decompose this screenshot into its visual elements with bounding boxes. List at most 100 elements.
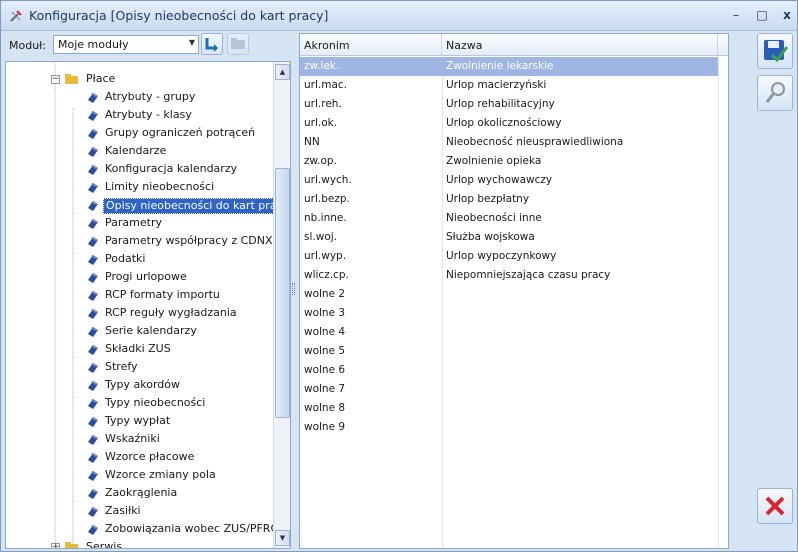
- config-item-icon: [86, 288, 100, 302]
- table-row[interactable]: url.reh. Urlop rehabilitacyjny: [300, 95, 718, 114]
- cell-akronim: sl.woj.: [304, 231, 337, 243]
- column-header-nazwa[interactable]: Nazwa: [442, 34, 718, 56]
- save-button[interactable]: [757, 33, 793, 69]
- tree-item[interactable]: Zobowiązania wobec ZUS/PFRON: [6, 520, 287, 538]
- table-row[interactable]: url.ok. Urlop okolicznościowy: [300, 114, 718, 133]
- module-select[interactable]: Moje moduły ▼: [53, 35, 199, 54]
- search-button[interactable]: [757, 75, 793, 111]
- scroll-up-arrow-icon[interactable]: ▲: [275, 64, 290, 80]
- tree-item[interactable]: Kalendarze: [6, 142, 270, 160]
- tree-item[interactable]: Zasiłki: [6, 502, 270, 520]
- config-item-icon: [86, 468, 100, 482]
- table-row[interactable]: zw.lek. Zwolnienie lekarskie: [300, 57, 718, 76]
- table-row[interactable]: wlicz.cp. Niepomniejszająca czasu pracy: [300, 266, 718, 285]
- tree-scrollbar[interactable]: ▲ ▼: [273, 62, 290, 548]
- config-tree[interactable]: − Płace Atrybuty - grupy Atrybuty - klasy Gr…: [5, 61, 291, 549]
- tree-node-serwis[interactable]: + Serwis: [6, 538, 270, 548]
- table-row[interactable]: url.mac. Urlop macierzyński: [300, 76, 718, 95]
- tree-item[interactable]: Strefy: [6, 358, 270, 376]
- cell-nazwa: Urlop rehabilitacyjny: [446, 98, 555, 110]
- table-row[interactable]: wolne 3: [300, 304, 718, 323]
- table-row[interactable]: nb.inne. Nieobecności inne: [300, 209, 718, 228]
- title-bar[interactable]: Konfiguracja [Opisy nieobecności do kart…: [1, 1, 797, 31]
- tree-item[interactable]: Parametry współpracy z CDNXL: [6, 232, 279, 250]
- folder-button[interactable]: [227, 33, 249, 55]
- cell-akronim: wolne 4: [304, 326, 346, 338]
- scroll-thumb[interactable]: [275, 168, 290, 418]
- table-row[interactable]: wolne 5: [300, 342, 718, 361]
- tree-item[interactable]: Podatki: [6, 250, 270, 268]
- folder-icon: [231, 38, 245, 49]
- table-row[interactable]: NN Nieobecność nieusprawiedliwiona: [300, 133, 718, 152]
- table-row[interactable]: sl.woj. Służba wojskowa: [300, 228, 718, 247]
- config-item-icon: [86, 90, 100, 104]
- config-item-icon: [86, 162, 100, 176]
- cell-akronim: url.bezp.: [304, 193, 350, 205]
- table-row[interactable]: wolne 8: [300, 399, 718, 418]
- cell-nazwa: Urlop wychowawczy: [446, 174, 553, 186]
- tree-item[interactable]: Wzorce płacowe: [6, 448, 270, 466]
- tree-item[interactable]: Wskaźniki: [6, 430, 270, 448]
- tree-item[interactable]: Typy akordów: [6, 376, 270, 394]
- tools-icon: [10, 10, 22, 22]
- config-item-icon: [86, 450, 100, 464]
- cell-akronim: url.wyp.: [304, 250, 347, 262]
- table-row[interactable]: wolne 4: [300, 323, 718, 342]
- table-row[interactable]: zw.op. Zwolnienie opieka: [300, 152, 718, 171]
- tree-item[interactable]: RCP formaty importu: [6, 286, 270, 304]
- tree-item[interactable]: RCP reguły wygładzania: [6, 304, 270, 322]
- close-button[interactable]: x: [778, 7, 796, 23]
- tree-item-label: Serie kalendarzy: [105, 324, 197, 337]
- minimize-button[interactable]: –: [727, 7, 745, 23]
- cancel-button[interactable]: [757, 488, 793, 524]
- cell-akronim: wlicz.cp.: [304, 269, 349, 281]
- collapse-icon[interactable]: −: [51, 75, 60, 84]
- tree-item[interactable]: Konfiguracja kalendarzy: [6, 160, 270, 178]
- tree-item[interactable]: Zaokrąglenia: [6, 484, 270, 502]
- tree-item[interactable]: Limity nieobecności: [6, 178, 270, 196]
- tree-item[interactable]: Parametry: [6, 214, 270, 232]
- config-item-icon: [86, 522, 100, 536]
- expand-icon[interactable]: +: [51, 543, 60, 548]
- table-row[interactable]: wolne 7: [300, 380, 718, 399]
- refresh-button[interactable]: [201, 33, 223, 55]
- column-header-akronim[interactable]: Akronim: [300, 34, 442, 56]
- tree-item[interactable]: Wzorce zmiany pola: [6, 466, 270, 484]
- scroll-down-arrow-icon[interactable]: ▼: [275, 530, 290, 546]
- tree-item[interactable]: Atrybuty - grupy: [6, 88, 270, 106]
- tree-item-label: Strefy: [105, 360, 138, 373]
- tree-item[interactable]: Atrybuty - klasy: [6, 106, 270, 124]
- cell-nazwa: Urlop macierzyński: [446, 79, 547, 91]
- cell-nazwa: Służba wojskowa: [446, 231, 535, 243]
- table-row[interactable]: wolne 2: [300, 285, 718, 304]
- absence-descriptions-grid[interactable]: Akronim Nazwa zw.lek. Zwolnienie lekarski…: [299, 33, 729, 549]
- window-title: Konfiguracja [Opisy nieobecności do kart…: [29, 8, 329, 23]
- table-row[interactable]: url.bezp. Urlop bezpłatny: [300, 190, 718, 209]
- cell-akronim: wolne 9: [304, 421, 346, 433]
- tree-item[interactable]: Składki ZUS: [6, 340, 270, 358]
- tree-item[interactable]: Grupy ograniczeń potrąceń: [6, 124, 270, 142]
- column-divider: [718, 56, 719, 548]
- tree-item[interactable]: Opisy nieobecności do kart pracy: [6, 196, 290, 214]
- config-item-icon: [86, 144, 100, 158]
- tree-item[interactable]: Typy wypłat: [6, 412, 270, 430]
- cell-akronim: wolne 2: [304, 288, 346, 300]
- cell-nazwa: Zwolnienie lekarskie: [446, 60, 554, 72]
- tree-node-place[interactable]: − Płace: [6, 70, 270, 88]
- tree-item[interactable]: Progi urlopowe: [6, 268, 270, 286]
- cell-nazwa: Urlop wypoczynkowy: [446, 250, 557, 262]
- module-label: Moduł:: [9, 39, 47, 52]
- tree-item[interactable]: Serie kalendarzy: [6, 322, 270, 340]
- config-item-icon: [86, 432, 100, 446]
- cell-nazwa: Nieobecności inne: [446, 212, 542, 224]
- panel-splitter[interactable]: [292, 283, 295, 295]
- maximize-button[interactable]: □: [753, 7, 771, 23]
- tree-item-label: Typy nieobecności: [105, 396, 206, 409]
- table-row[interactable]: wolne 9: [300, 418, 718, 437]
- cell-nazwa: Nieobecność nieusprawiedliwiona: [446, 136, 624, 148]
- table-row[interactable]: url.wych. Urlop wychowawczy: [300, 171, 718, 190]
- tree-item[interactable]: Typy nieobecności: [6, 394, 270, 412]
- cell-akronim: zw.lek.: [304, 60, 340, 72]
- table-row[interactable]: wolne 6: [300, 361, 718, 380]
- table-row[interactable]: url.wyp. Urlop wypoczynkowy: [300, 247, 718, 266]
